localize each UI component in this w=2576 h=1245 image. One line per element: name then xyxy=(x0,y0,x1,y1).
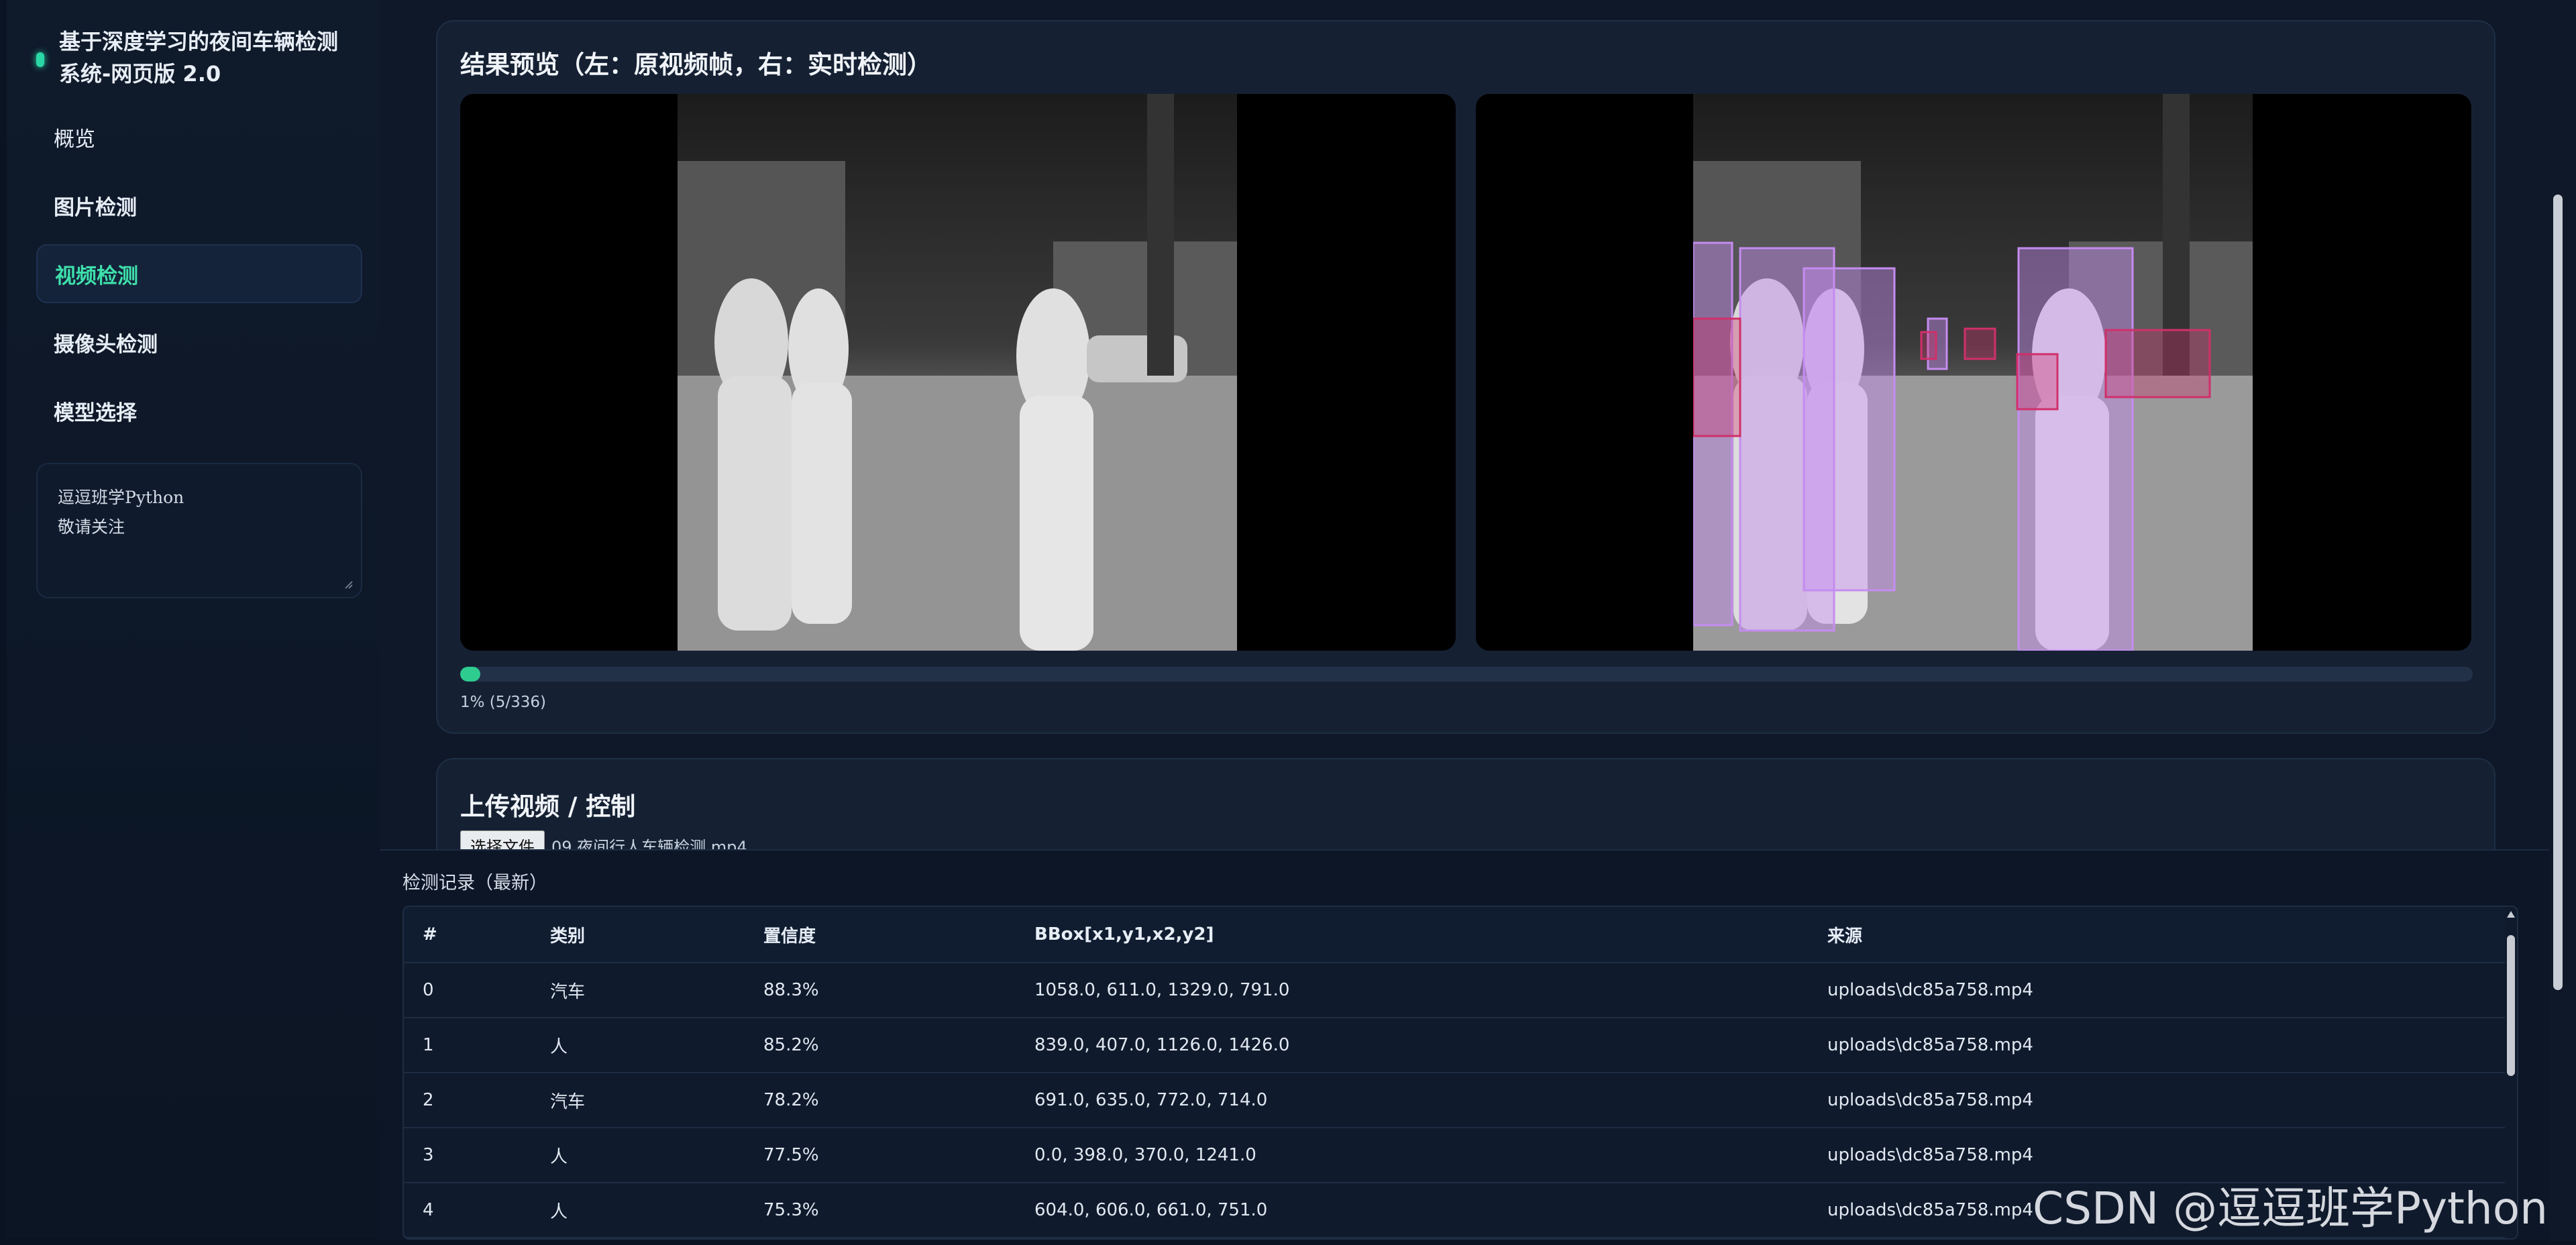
resize-handle-icon[interactable] xyxy=(342,578,353,589)
detection-frame-image xyxy=(1693,94,2253,651)
header-class: 类别 xyxy=(531,907,745,963)
cell-class: 汽车 xyxy=(531,1073,745,1128)
cell-index: 0 xyxy=(404,963,531,1018)
file-picker: 选择文件 09 夜间行人车辆检测.mp4 xyxy=(460,830,747,849)
table-row: 0 汽车 88.3% 1058.0, 611.0, 1329.0, 791.0 … xyxy=(404,963,2505,1018)
cell-index: 4 xyxy=(404,1183,531,1238)
cell-bbox: 0.0, 398.0, 370.0, 1241.0 xyxy=(1016,1128,1809,1183)
notes-textarea[interactable]: 逗逗班学Python 敬请关注 xyxy=(36,463,362,598)
cell-confidence: 75.3% xyxy=(745,1183,1016,1238)
sidebar-item-camera-detection[interactable]: 摄像头检测 xyxy=(36,313,362,372)
sidebar-item-image-detection[interactable]: 图片检测 xyxy=(36,176,362,235)
cell-index: 1 xyxy=(404,1018,531,1073)
sidebar-nav: 概览 图片检测 视频检测 摄像头检测 模型选择 xyxy=(36,107,362,449)
notes-text: 逗逗班学Python 敬请关注 xyxy=(58,488,184,537)
main-content: 结果预览（左：原视频帧，右：实时检测） 1% (5/336) 上传视频 / 控制… xyxy=(380,0,2549,849)
preview-card: 结果预览（左：原视频帧，右：实时检测） 1% (5/336) xyxy=(436,20,2496,734)
progress-fill xyxy=(460,667,480,682)
cell-confidence: 85.2% xyxy=(745,1018,1016,1073)
header-source: 来源 xyxy=(1809,907,2505,963)
scroll-up-arrow-icon[interactable] xyxy=(2507,911,2515,918)
header-index: # xyxy=(404,907,531,963)
progress-bar xyxy=(460,667,2473,682)
preview-title: 结果预览（左：原视频帧，右：实时检测） xyxy=(460,50,932,79)
cell-confidence: 78.2% xyxy=(745,1073,1016,1128)
original-frame-image xyxy=(678,94,1237,651)
sidebar: 基于深度学习的夜间车辆检测系统-网页版 2.0 概览 图片检测 视频检测 摄像头… xyxy=(7,0,381,1238)
cell-index: 3 xyxy=(404,1128,531,1183)
header-bbox: BBox[x1,y1,x2,y2] xyxy=(1016,907,1809,963)
upload-title: 上传视频 / 控制 xyxy=(460,792,636,821)
cell-confidence: 88.3% xyxy=(745,963,1016,1018)
sidebar-item-model-selection[interactable]: 模型选择 xyxy=(36,381,362,440)
choose-file-button[interactable]: 选择文件 xyxy=(460,830,545,849)
cell-source: uploads\dc85a758.mp4 xyxy=(1809,1018,2505,1073)
header-confidence: 置信度 xyxy=(745,907,1016,963)
cell-bbox: 604.0, 606.0, 661.0, 751.0 xyxy=(1016,1183,1809,1238)
sidebar-item-video-detection[interactable]: 视频检测 xyxy=(36,244,362,303)
table-row: 1 人 85.2% 839.0, 407.0, 1126.0, 1426.0 u… xyxy=(404,1018,2505,1073)
watermark: CSDN @逗逗班学Python xyxy=(2033,1183,2548,1234)
cell-class: 汽车 xyxy=(531,963,745,1018)
detection-frame-view xyxy=(1476,94,2471,651)
sidebar-item-overview[interactable]: 概览 xyxy=(36,107,362,166)
upload-card: 上传视频 / 控制 选择文件 09 夜间行人车辆检测.mp4 xyxy=(436,758,2496,849)
table-row: 2 汽车 78.2% 691.0, 635.0, 772.0, 714.0 up… xyxy=(404,1073,2505,1128)
progress-text: 1% (5/336) xyxy=(460,694,547,711)
page-scrollbar[interactable] xyxy=(2549,0,2576,1241)
cell-bbox: 1058.0, 611.0, 1329.0, 791.0 xyxy=(1016,963,1809,1018)
cell-index: 2 xyxy=(404,1073,531,1128)
brand: 基于深度学习的夜间车辆检测系统-网页版 2.0 xyxy=(36,25,358,90)
cell-bbox: 839.0, 407.0, 1126.0, 1426.0 xyxy=(1016,1018,1809,1073)
selected-file-name: 09 夜间行人车辆检测.mp4 xyxy=(551,838,747,849)
detection-log-title: 检测记录（最新） xyxy=(402,873,547,894)
cell-class: 人 xyxy=(531,1183,745,1238)
page-scrollbar-thumb[interactable] xyxy=(2553,195,2563,990)
cell-confidence: 77.5% xyxy=(745,1128,1016,1183)
table-scrollbar-thumb[interactable] xyxy=(2507,935,2515,1076)
cell-class: 人 xyxy=(531,1018,745,1073)
cell-bbox: 691.0, 635.0, 772.0, 714.0 xyxy=(1016,1073,1809,1128)
table-header-row: # 类别 置信度 BBox[x1,y1,x2,y2] 来源 xyxy=(404,907,2505,963)
cell-source: uploads\dc85a758.mp4 xyxy=(1809,1073,2505,1128)
cell-class: 人 xyxy=(531,1128,745,1183)
original-frame-view xyxy=(460,94,1456,651)
cell-source: uploads\dc85a758.mp4 xyxy=(1809,963,2505,1018)
status-dot-icon xyxy=(36,52,44,67)
app-title: 基于深度学习的夜间车辆检测系统-网页版 2.0 xyxy=(59,29,339,87)
